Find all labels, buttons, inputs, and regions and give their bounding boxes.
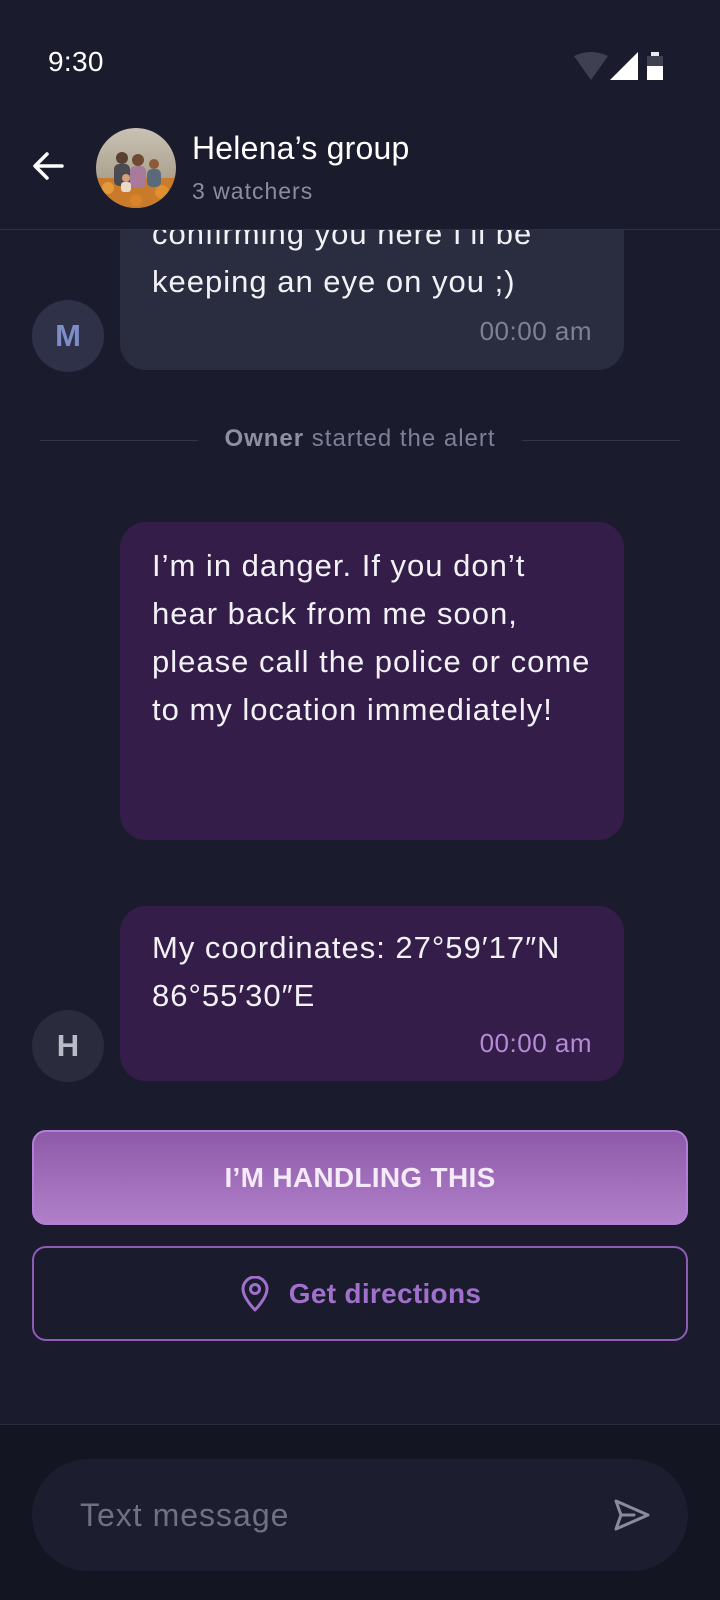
wifi-icon (574, 52, 608, 80)
text-message-input[interactable] (80, 1459, 580, 1571)
message-time: 00:00 am (479, 316, 592, 346)
send-icon (614, 1499, 650, 1531)
status-time: 9:30 (48, 46, 104, 77)
send-button[interactable] (612, 1495, 652, 1535)
im-handling-this-label: I’M HANDLING THIS (224, 1161, 496, 1193)
composer-field (32, 1459, 688, 1571)
sender-avatar[interactable]: H (32, 1010, 104, 1082)
watchers-count: 3 watchers (192, 178, 314, 204)
status-bar: 9:30 (0, 0, 720, 112)
system-event-divider: Owner started the alert (40, 425, 680, 455)
chat-thread[interactable]: confirming you here I’ll be keeping an e… (0, 230, 720, 1424)
system-event-text: Owner started the alert (40, 425, 680, 453)
get-directions-label: Get directions (288, 1277, 482, 1309)
message-composer (0, 1424, 720, 1600)
back-arrow-icon (33, 152, 64, 180)
message-text: confirming you here I’ll be keeping an e… (152, 230, 533, 299)
group-avatar[interactable] (96, 128, 176, 208)
location-pin-icon (239, 1275, 271, 1312)
back-button[interactable] (28, 146, 68, 186)
system-event-action: started the alert (311, 425, 496, 452)
alert-message-bubble[interactable]: I’m in danger. If you don’t hear back fr… (120, 522, 624, 840)
group-title[interactable]: Helena’s group (192, 130, 409, 167)
get-directions-button[interactable]: Get directions (32, 1246, 688, 1341)
message-text: I’m in danger. If you don’t hear back fr… (152, 548, 591, 727)
im-handling-this-button[interactable]: I’M HANDLING THIS (32, 1130, 688, 1225)
battery-icon (647, 52, 663, 80)
group-photo-image (96, 128, 176, 208)
system-event-actor: Owner (224, 425, 305, 452)
message-text: My coordinates: 27°59′17″N 86°55′30″E (152, 930, 561, 1013)
sender-avatar[interactable]: M (32, 300, 104, 372)
signal-icon (610, 52, 638, 80)
chat-header: Helena’s group 3 watchers (0, 112, 720, 230)
status-icons (574, 52, 674, 84)
coordinates-message-bubble[interactable]: My coordinates: 27°59′17″N 86°55′30″E 00… (120, 906, 624, 1081)
message-time: 00:00 am (479, 1028, 592, 1058)
message-bubble[interactable]: confirming you here I’ll be keeping an e… (120, 230, 624, 370)
